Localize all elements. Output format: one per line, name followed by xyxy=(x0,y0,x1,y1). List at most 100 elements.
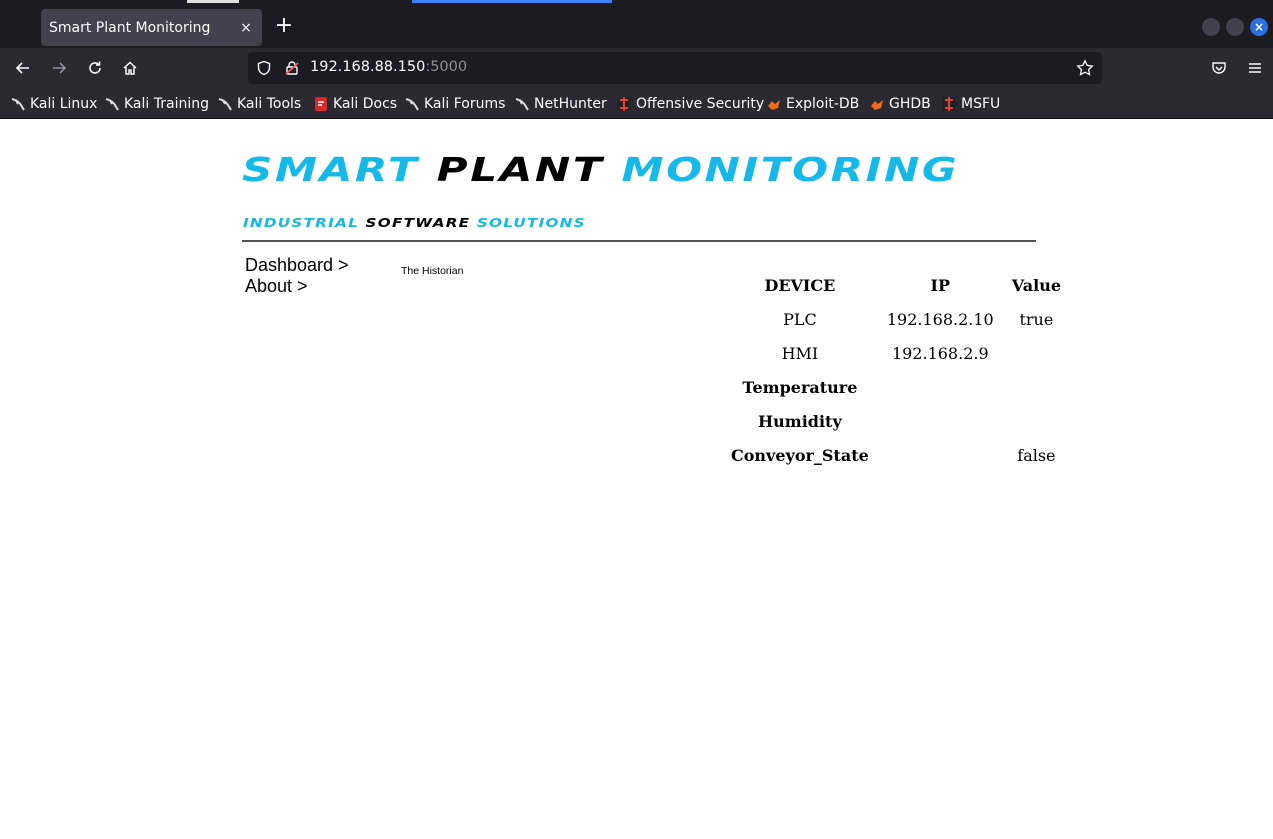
url-bar[interactable]: 192.168.88.150:5000 xyxy=(248,52,1102,84)
site-tagline: INDUSTRIAL SOFTWARE SOLUTIONS xyxy=(243,215,586,230)
device-table: DEVICE IP Value PLC 192.168.2.10 true HM… xyxy=(725,267,1067,473)
logo-word-monitoring: MONITORING xyxy=(621,150,960,189)
bookmark-label: Exploit-DB xyxy=(786,96,860,112)
offsec-icon xyxy=(942,97,956,111)
table-row: HMI 192.168.2.9 xyxy=(727,337,1065,369)
table-row: Conveyor_State false xyxy=(727,439,1065,471)
cell-ip xyxy=(875,405,1006,437)
bookmark-label: Kali Forums xyxy=(424,96,506,112)
forward-arrow-icon xyxy=(53,62,67,74)
tracking-protection-shield-icon[interactable] xyxy=(255,59,273,77)
cell-device: HMI xyxy=(781,343,819,363)
insecure-lock-icon[interactable] xyxy=(283,59,301,77)
site-logo: SMART PLANT MONITORING xyxy=(242,150,959,189)
cell-ip xyxy=(875,439,1006,471)
bookmark-label: Kali Docs xyxy=(333,96,398,112)
cell-value: true xyxy=(1019,309,1054,329)
menu-link-dashboard[interactable]: Dashboard > xyxy=(245,255,349,276)
hamburger-menu-icon xyxy=(1249,63,1261,73)
kali-dragon-icon xyxy=(105,98,119,111)
kali-dragon-icon xyxy=(405,98,419,111)
bookmark-label: NetHunter xyxy=(534,96,607,112)
cell-value xyxy=(1008,337,1065,369)
workspace-indicator xyxy=(187,0,239,3)
new-tab-button[interactable]: + xyxy=(272,13,296,41)
cell-device: Conveyor_State xyxy=(731,445,869,465)
tab-close-icon[interactable]: × xyxy=(236,20,256,36)
minimize-button[interactable] xyxy=(1202,18,1220,36)
cell-ip: 192.168.2.10 xyxy=(886,309,994,329)
menu-link-about[interactable]: About > xyxy=(245,276,349,297)
cell-value xyxy=(1008,371,1065,403)
table-row: Humidity xyxy=(727,405,1065,437)
cell-ip xyxy=(875,371,1006,403)
kali-dragon-icon xyxy=(218,98,232,111)
logo-word-plant: PLANT xyxy=(436,150,605,189)
cell-value xyxy=(1008,405,1065,437)
column-header-device: DEVICE xyxy=(764,275,836,295)
side-menu: Dashboard > About > xyxy=(245,255,349,297)
bookmark-label: Kali Training xyxy=(124,96,209,112)
offsec-icon xyxy=(617,97,631,111)
tab-smart-plant-monitoring[interactable]: Smart Plant Monitoring × xyxy=(41,9,262,46)
bookmark-label: GHDB xyxy=(889,96,931,112)
url-text[interactable]: 192.168.88.150:5000 xyxy=(310,59,467,75)
exploit-db-icon xyxy=(871,100,883,110)
url-host: 192.168.88.150 xyxy=(310,59,426,75)
kali-dragon-icon xyxy=(11,98,25,111)
forward-button[interactable] xyxy=(46,56,72,80)
bookmark-label: Offensive Security xyxy=(636,96,765,112)
cell-device: PLC xyxy=(783,309,817,329)
bookmark-kali-docs[interactable]: Kali Docs xyxy=(313,94,397,114)
kali-dragon-icon xyxy=(515,98,529,111)
bookmark-label: Kali Tools xyxy=(237,96,302,112)
home-button[interactable] xyxy=(117,56,143,80)
bookmark-kali-tools[interactable]: Kali Tools xyxy=(217,94,301,114)
page-content: SMART PLANT MONITORING INDUSTRIAL SOFTWA… xyxy=(0,120,1273,839)
bookmarks-toolbar: Kali Linux Kali Training Kali Tools Kali… xyxy=(0,88,1273,119)
bookmark-exploit-db[interactable]: Exploit-DB xyxy=(766,94,859,114)
bookmark-nethunter[interactable]: NetHunter xyxy=(514,94,607,114)
kali-docs-icon xyxy=(315,97,327,111)
tagline-word-industrial: INDUSTRIAL xyxy=(243,215,360,230)
reload-button[interactable] xyxy=(82,56,108,80)
header-divider xyxy=(242,240,1036,242)
navigation-bar: 192.168.88.150:5000 xyxy=(0,48,1273,88)
historian-label: The Historian xyxy=(401,265,464,277)
bookmark-star-icon[interactable] xyxy=(1076,59,1094,77)
bookmark-msfu[interactable]: MSFU xyxy=(941,94,1000,114)
active-window-indicator xyxy=(412,0,612,3)
tab-title: Smart Plant Monitoring xyxy=(49,19,211,36)
home-icon xyxy=(123,61,137,75)
pocket-icon xyxy=(1212,62,1226,74)
cell-ip: 192.168.2.9 xyxy=(891,343,989,363)
bookmark-ghdb[interactable]: GHDB xyxy=(869,94,931,114)
bookmark-label: MSFU xyxy=(961,96,1001,112)
tagline-word-software: SOFTWARE xyxy=(365,215,471,230)
app-menu-button[interactable] xyxy=(1242,56,1268,80)
cell-device: Humidity xyxy=(758,411,842,431)
maximize-button[interactable] xyxy=(1226,18,1244,36)
bookmark-kali-training[interactable]: Kali Training xyxy=(104,94,209,114)
tagline-word-solutions: SOLUTIONS xyxy=(476,215,586,230)
pocket-button[interactable] xyxy=(1206,56,1232,80)
logo-word-smart: SMART xyxy=(242,150,420,189)
bookmark-kali-forums[interactable]: Kali Forums xyxy=(404,94,505,114)
back-button[interactable] xyxy=(10,56,36,80)
table-row: PLC 192.168.2.10 true xyxy=(727,303,1065,335)
back-arrow-icon xyxy=(15,62,29,74)
cell-value: false xyxy=(1017,445,1056,465)
window-close-button[interactable]: × xyxy=(1250,18,1268,36)
reload-icon xyxy=(89,61,101,74)
bookmark-label: Kali Linux xyxy=(30,96,98,112)
column-header-ip: IP xyxy=(930,275,951,295)
bookmark-kali-linux[interactable]: Kali Linux xyxy=(10,94,97,114)
table-row: Temperature xyxy=(727,371,1065,403)
column-header-value: Value xyxy=(1011,275,1061,295)
url-port: :5000 xyxy=(425,59,468,75)
table-header-row: DEVICE IP Value xyxy=(727,269,1065,301)
exploit-db-icon xyxy=(768,100,780,110)
bookmark-offensive-security[interactable]: Offensive Security xyxy=(616,94,764,114)
tab-bar: Smart Plant Monitoring × + × xyxy=(0,4,1273,48)
cell-device: Temperature xyxy=(742,377,858,397)
